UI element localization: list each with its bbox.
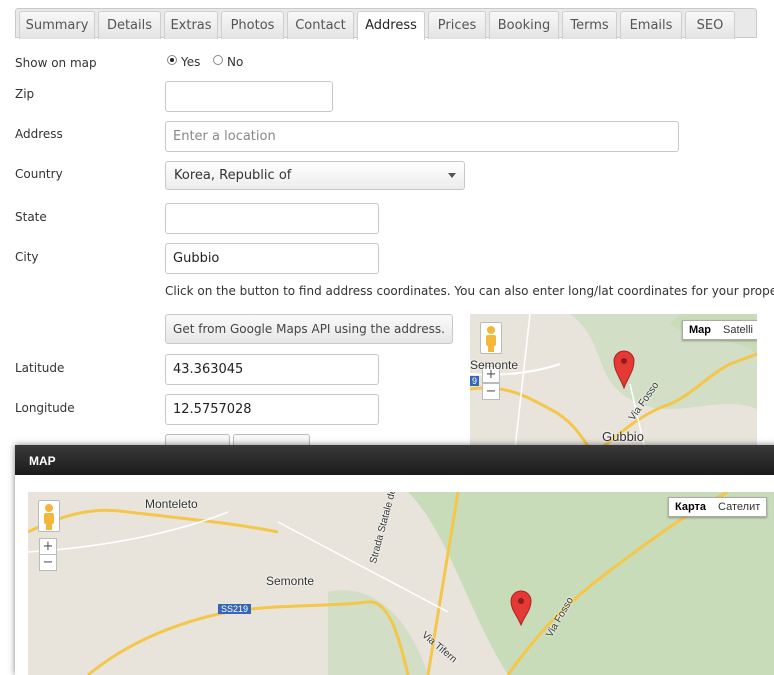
show-on-map-yes-radio[interactable]: [167, 55, 177, 65]
show-on-map-yes-label[interactable]: Yes: [181, 55, 200, 69]
latitude-label: Latitude: [15, 361, 65, 375]
tab-summary[interactable]: Summary: [19, 11, 95, 39]
pegman-icon[interactable]: [480, 322, 502, 354]
modal-map-type-control[interactable]: Карта Сателит: [668, 497, 768, 517]
modal-map-label-monteleto: Monteleto: [145, 497, 198, 511]
address-label: Address: [15, 127, 63, 141]
modal-map-label-semonte: Semonte: [266, 574, 315, 588]
map-road-badge: 9: [470, 376, 480, 386]
city-input[interactable]: [165, 243, 379, 274]
map-modal: MAP + − Карта Сателит Monteleto Semonte …: [15, 445, 774, 675]
tab-booking[interactable]: Booking: [489, 11, 559, 39]
modal-zoom-out-button[interactable]: −: [39, 554, 57, 571]
tab-prices[interactable]: Prices: [428, 11, 486, 39]
state-input[interactable]: [165, 203, 379, 234]
zip-input[interactable]: [165, 81, 333, 112]
location-map-preview[interactable]: + − Map Satelli Semonte 9 Gubbio Via Fos…: [470, 314, 757, 449]
modal-pegman-icon[interactable]: [38, 500, 60, 532]
state-label: State: [15, 210, 47, 224]
map-type-control[interactable]: Map Satelli: [682, 320, 757, 340]
longitude-label: Longitude: [15, 401, 75, 415]
modal-map-road-badge: SS219: [218, 604, 252, 614]
tab-emails[interactable]: Emails: [620, 11, 682, 39]
tab-address[interactable]: Address: [357, 11, 425, 40]
zoom-out-button[interactable]: −: [482, 383, 500, 400]
location-pin-icon[interactable]: [613, 349, 635, 392]
modal-map-tiles: [28, 492, 774, 675]
tab-contact[interactable]: Contact: [287, 11, 354, 39]
zip-label: Zip: [15, 87, 35, 101]
tab-bar: Summary Details Extras Photos Contact Ad…: [15, 8, 757, 40]
show-on-map-no-label[interactable]: No: [227, 55, 243, 69]
tab-extras[interactable]: Extras: [164, 11, 218, 39]
address-input[interactable]: [165, 121, 679, 152]
longitude-input[interactable]: [165, 394, 379, 425]
modal-map-type-map[interactable]: Карта: [669, 498, 712, 516]
coordinates-hint: Click on the button to find address coor…: [165, 284, 774, 298]
country-select[interactable]: Korea, Republic of: [165, 161, 465, 190]
map-type-map[interactable]: Map: [683, 321, 717, 339]
modal-map[interactable]: + − Карта Сателит Monteleto Semonte SS21…: [28, 492, 774, 675]
modal-title: MAP: [15, 445, 774, 475]
show-on-map-label: Show on map: [15, 56, 97, 70]
map-type-satellite[interactable]: Satelli: [717, 321, 757, 339]
tab-details[interactable]: Details: [98, 11, 161, 39]
modal-map-type-satellite[interactable]: Сателит: [712, 498, 766, 516]
latitude-input[interactable]: [165, 354, 379, 385]
country-select-value: Korea, Republic of: [174, 168, 292, 183]
tab-terms[interactable]: Terms: [562, 11, 617, 39]
city-label: City: [15, 250, 39, 264]
geocode-button[interactable]: Get from Google Maps API using the addre…: [165, 314, 453, 344]
tab-photos[interactable]: Photos: [221, 11, 284, 39]
country-label: Country: [15, 167, 63, 181]
chevron-down-icon: [448, 173, 456, 178]
property-edit-panel: Summary Details Extras Photos Contact Ad…: [0, 0, 774, 490]
modal-zoom-in-button[interactable]: +: [39, 538, 57, 555]
modal-location-pin-icon[interactable]: [510, 590, 532, 629]
map-label-semonte: Semonte: [470, 358, 519, 372]
map-label-gubbio: Gubbio: [602, 429, 644, 444]
tab-seo[interactable]: SEO: [685, 11, 735, 39]
show-on-map-no-radio[interactable]: [213, 55, 223, 65]
